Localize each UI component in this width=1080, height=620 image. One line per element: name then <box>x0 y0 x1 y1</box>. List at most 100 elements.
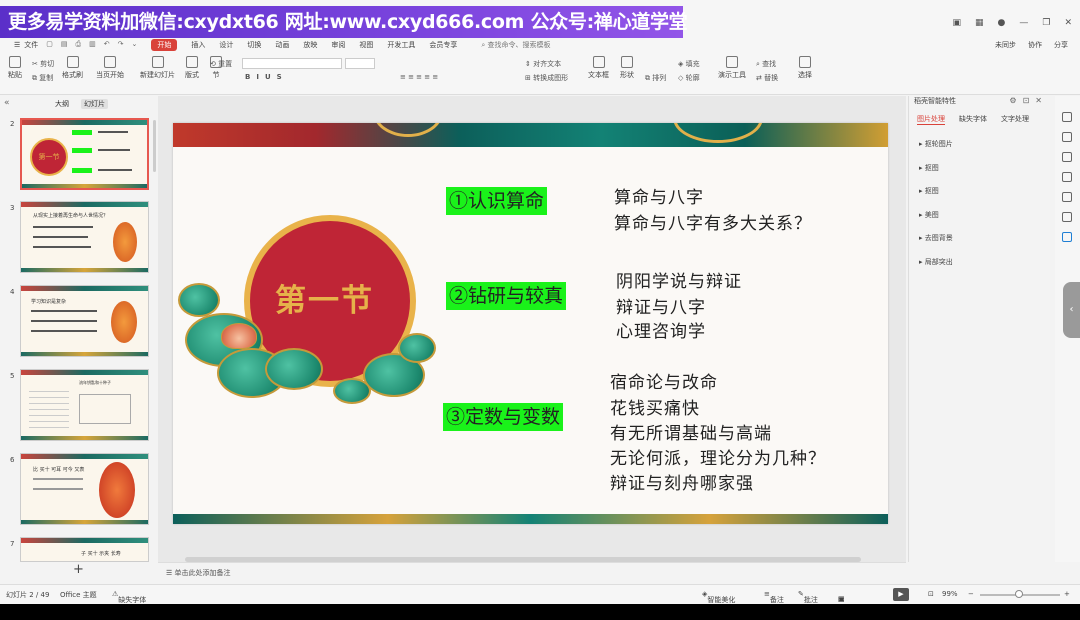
paragraph-align-group[interactable]: ≡ ≡ ≡ ≡ ≡ <box>400 73 438 81</box>
feature-item-3[interactable]: ▸ 抠图 <box>919 186 939 196</box>
theme-name[interactable]: Office 主题 <box>60 590 97 600</box>
side-collapse-handle[interactable]: ‹ <box>1063 282 1080 338</box>
font-size-select[interactable] <box>345 58 375 69</box>
find-button[interactable]: ⌕ 查找 <box>756 59 776 69</box>
current-slide[interactable]: 第一节 ①认识算命 算命与八字 算命与八字有多大关系？ ②钻研与较真 阴阳学说与… <box>173 123 888 524</box>
tab-slides[interactable]: 幻灯片 <box>81 99 108 109</box>
help-icon[interactable] <box>1062 192 1072 202</box>
sync-status[interactable]: 未同步 <box>995 40 1016 50</box>
tab-transition[interactable]: 切换 <box>247 40 261 50</box>
zoom-slider-handle[interactable] <box>1015 590 1023 598</box>
tab-animation[interactable]: 动画 <box>275 40 289 50</box>
font-name-select[interactable] <box>242 58 342 69</box>
animation-icon[interactable] <box>1062 132 1072 142</box>
slide-thumbnail-4[interactable]: 学习知识是复杂 <box>20 285 149 357</box>
fill-button[interactable]: ◈ 填充 <box>678 59 700 69</box>
format-painter-button[interactable]: 格式刷 <box>62 56 83 80</box>
settings-icon[interactable]: ⚙ <box>1009 96 1022 105</box>
more-icon[interactable]: ⌄ <box>132 40 138 49</box>
print-icon[interactable]: ⎙ <box>76 40 82 49</box>
new-slide-button[interactable]: 新建幻灯片 <box>140 56 175 80</box>
comments-toggle[interactable]: ✎ 批注 <box>798 590 818 604</box>
paste-button[interactable]: 粘贴 <box>8 56 22 80</box>
replace-button[interactable]: ⇄ 替换 <box>756 73 778 83</box>
tab-image-processing[interactable]: 图片处理 <box>917 114 945 125</box>
presentation-tool-button[interactable]: 演示工具 <box>718 56 746 80</box>
tab-member[interactable]: 会员专享 <box>429 40 457 50</box>
align-text-button[interactable]: ⇕ 对齐文本 <box>525 59 561 69</box>
zoom-in-button[interactable]: + <box>1064 590 1070 598</box>
feature-item-1[interactable]: ▸ 抠轮图片 <box>919 139 953 149</box>
cut-button[interactable]: ✂ 剪切 <box>32 59 54 69</box>
feature-item-5[interactable]: ▸ 去图背景 <box>919 233 953 243</box>
reading-view-icon[interactable]: ▭ <box>838 595 849 603</box>
save-icon[interactable]: ▢ <box>46 40 53 49</box>
smart-beautify-button[interactable]: ◈ 智能美化 <box>702 590 735 604</box>
feature-item-6[interactable]: ▸ 局部突出 <box>919 257 953 267</box>
command-search[interactable]: ⌕ 查找命令、搜索模板 <box>481 40 550 50</box>
layout-button[interactable]: 版式 <box>185 56 199 80</box>
design-icon[interactable] <box>1062 112 1072 122</box>
redo-icon[interactable]: ↷ <box>118 40 124 49</box>
tab-review[interactable]: 审阅 <box>331 40 345 50</box>
shape-button[interactable]: 形状 <box>620 56 634 80</box>
zoom-level[interactable]: 99% <box>942 590 958 598</box>
slide-thumbnail-2[interactable]: 第一节 <box>20 118 149 190</box>
notes-toggle[interactable]: ≡ 备注 <box>764 590 784 604</box>
export-icon[interactable]: ▤ <box>61 40 68 49</box>
tab-text-processing[interactable]: 文字处理 <box>1001 114 1029 125</box>
tab-view[interactable]: 视图 <box>359 40 373 50</box>
tab-design[interactable]: 设计 <box>219 40 233 50</box>
strike-button[interactable]: S <box>277 73 288 81</box>
minimize-icon[interactable]: — <box>1019 18 1028 28</box>
current-slide-button[interactable]: 当页开始 <box>96 56 124 80</box>
share-button[interactable]: 分享 <box>1054 40 1068 50</box>
pin-icon[interactable]: ⊡ <box>1023 96 1036 105</box>
thumbnails-scrollbar[interactable] <box>153 120 156 172</box>
missing-font-status[interactable]: ⚠ 缺失字体 <box>112 590 146 604</box>
maximize-icon[interactable]: ❐ <box>1042 18 1050 28</box>
tab-outline[interactable]: 大纲 <box>55 99 69 109</box>
slide-thumbnail-6[interactable]: 比 买十 可耳 可今 又表 <box>20 453 149 525</box>
property-icon[interactable] <box>1062 152 1072 162</box>
feature-item-2[interactable]: ▸ 抠图 <box>919 163 939 173</box>
reset-button[interactable]: ⟲ 重置 <box>210 59 232 69</box>
tab-missing-fonts[interactable]: 缺失字体 <box>959 114 987 125</box>
zoom-out-button[interactable]: − <box>968 590 974 598</box>
slide-thumbnail-7[interactable]: 子 买十 示夹 长寿 <box>20 537 149 562</box>
hamburger-icon[interactable]: ☰ <box>14 41 20 49</box>
tab-insert[interactable]: 插入 <box>191 40 205 50</box>
close-icon[interactable]: ✕ <box>1064 18 1072 28</box>
select-button[interactable]: 选择 <box>798 56 812 80</box>
format-icon[interactable] <box>1062 172 1072 182</box>
underline-button[interactable]: U <box>265 73 277 81</box>
text-box-button[interactable]: 文本框 <box>588 56 609 80</box>
preview-icon[interactable]: ▥ <box>89 40 96 49</box>
fit-window-icon[interactable]: ⊡ <box>928 590 934 598</box>
avatar[interactable]: ● <box>998 18 1006 28</box>
italic-button[interactable]: I <box>256 73 265 81</box>
close-icon[interactable]: ✕ <box>1035 96 1048 105</box>
arrange-button[interactable]: ⧉ 排列 <box>645 73 666 83</box>
smart-feature-icon[interactable] <box>1062 232 1072 242</box>
outline-button[interactable]: ◇ 轮廓 <box>678 73 700 83</box>
feature-item-4[interactable]: ▸ 美图 <box>919 210 939 220</box>
undo-icon[interactable]: ↶ <box>104 40 110 49</box>
tab-home[interactable]: 开始 <box>151 38 178 51</box>
slide-thumbnail-5[interactable]: 流年钥匙和十种子 <box>20 369 149 441</box>
menu-file[interactable]: 文件 <box>24 40 38 50</box>
collapse-panel-icon[interactable]: « <box>4 98 10 108</box>
layout-icon[interactable]: ▣ <box>952 18 961 28</box>
play-slideshow-button[interactable]: ▶ <box>893 588 909 601</box>
bold-button[interactable]: B <box>245 73 256 81</box>
tab-slideshow[interactable]: 放映 <box>303 40 317 50</box>
notes-area[interactable]: ☰ 单击此处添加备注 <box>158 562 906 584</box>
tab-developer[interactable]: 开发工具 <box>387 40 415 50</box>
add-slide-button[interactable]: + <box>73 562 84 577</box>
slide-thumbnail-3[interactable]: 从现实上接着再生命与人世情况？ <box>20 201 149 273</box>
grid-icon[interactable]: ▦ <box>975 18 984 28</box>
collaborate-button[interactable]: 协作 <box>1028 40 1042 50</box>
backup-icon[interactable] <box>1062 212 1072 222</box>
copy-button[interactable]: ⧉ 复制 <box>32 73 53 83</box>
convert-smartart-button[interactable]: ⊞ 转换成图形 <box>525 73 568 83</box>
